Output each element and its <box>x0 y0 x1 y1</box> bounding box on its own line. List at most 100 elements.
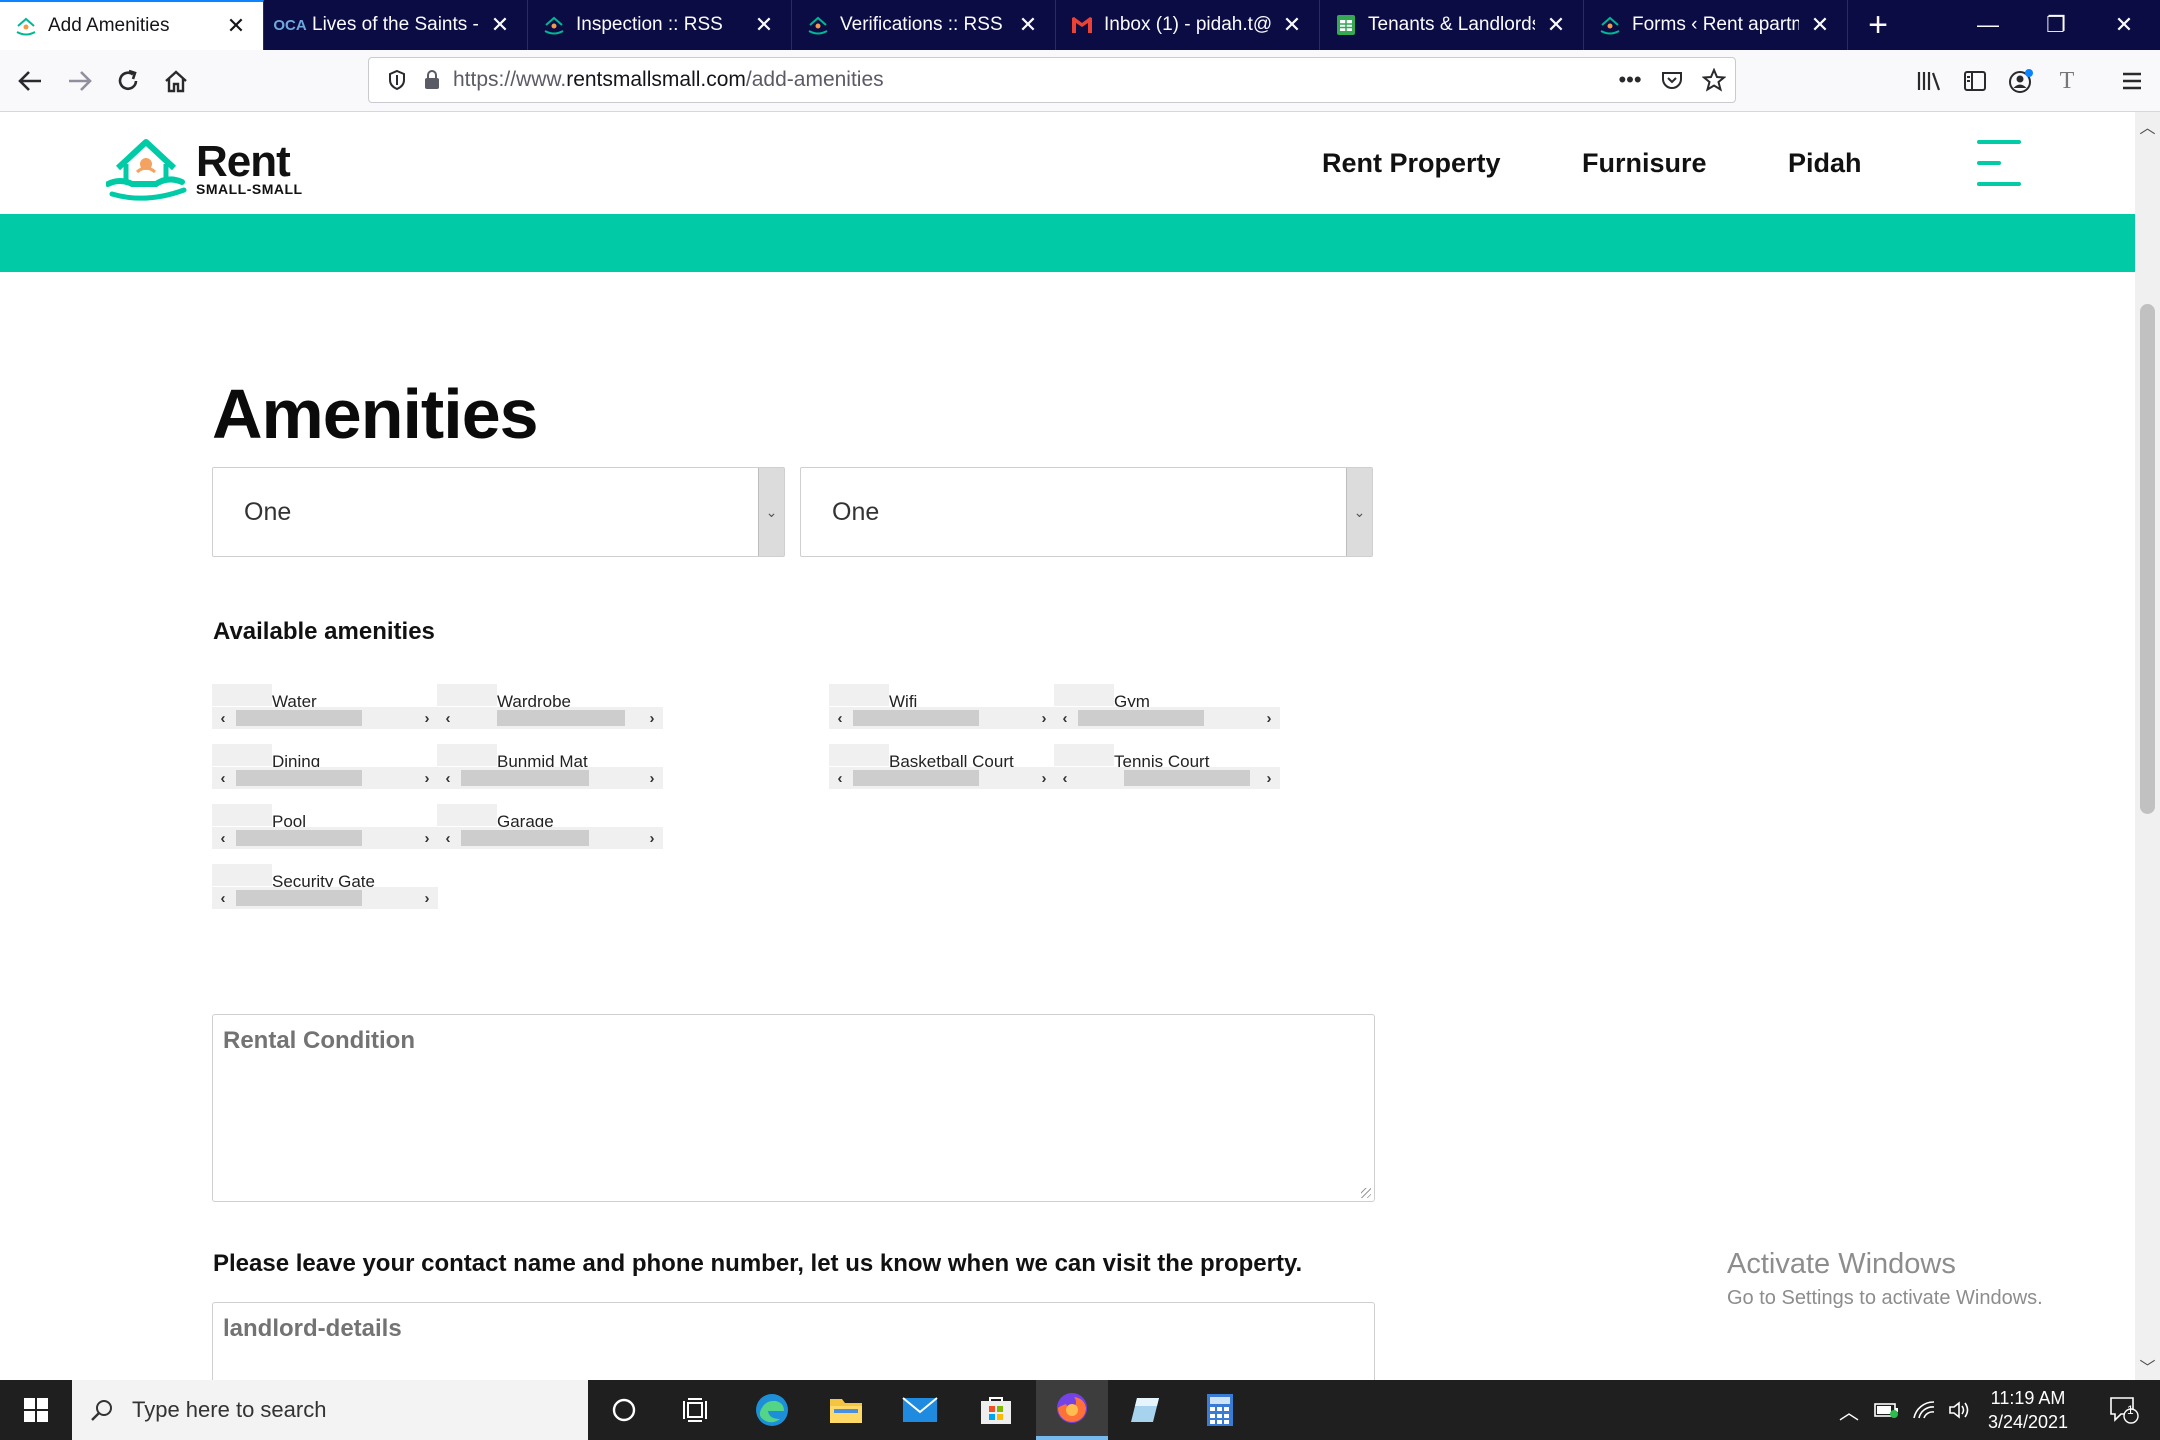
amenity-scroll-thumb[interactable] <box>236 770 362 786</box>
scroll-down-icon[interactable]: ﹀ <box>2135 1354 2160 1378</box>
tray-chevron-up-icon[interactable]: ︿ <box>1830 1380 1868 1440</box>
back-arrow-icon[interactable] <box>10 61 50 101</box>
amenity-item[interactable]: Tennis Court ‹ › <box>1054 744 1280 790</box>
site-logo[interactable]: Rent SMALL-SMALL <box>106 134 303 202</box>
amenity-scroll-thumb[interactable] <box>236 710 362 726</box>
amenity-checkbox[interactable] <box>1054 684 1114 706</box>
amenity-scrollbar[interactable]: ‹ › <box>1054 707 1280 729</box>
scroll-right-icon[interactable]: › <box>641 767 663 789</box>
amenity-item[interactable]: Gym ‹ › <box>1054 684 1280 730</box>
amenity-scroll-thumb[interactable] <box>236 830 362 846</box>
hamburger-menu-icon[interactable] <box>1977 140 2021 186</box>
scroll-left-icon[interactable]: ‹ <box>212 767 234 789</box>
task-view-icon[interactable] <box>660 1380 732 1440</box>
scroll-left-icon[interactable]: ‹ <box>212 887 234 909</box>
scroll-right-icon[interactable]: › <box>1258 767 1280 789</box>
scroll-left-icon[interactable]: ‹ <box>437 767 459 789</box>
library-icon[interactable] <box>1909 61 1949 101</box>
amenity-select-right[interactable]: One ⌄ <box>800 467 1373 557</box>
scroll-right-icon[interactable]: › <box>416 767 438 789</box>
calculator-icon[interactable] <box>1184 1380 1256 1440</box>
rental-condition-textarea[interactable]: Rental Condition <box>212 1014 1375 1202</box>
app-menu-icon[interactable] <box>2112 61 2152 101</box>
amenity-item[interactable]: Basketball Court ‹ › <box>829 744 1055 790</box>
resize-grip-icon[interactable] <box>1361 1188 1371 1198</box>
cortana-icon[interactable] <box>588 1380 660 1440</box>
chevron-down-icon[interactable]: ⌄ <box>1346 468 1372 556</box>
tab-close-icon[interactable]: ✕ <box>1543 12 1569 38</box>
tab-lives-of-saints[interactable]: OCA Lives of the Saints - O ✕ <box>264 0 528 50</box>
amenity-checkbox[interactable] <box>212 804 272 826</box>
nav-furnisure[interactable]: Furnisure <box>1582 148 1707 179</box>
amenity-item[interactable]: Wifi ‹ › <box>829 684 1055 730</box>
amenity-scrollbar[interactable]: ‹ › <box>829 767 1055 789</box>
tab-verifications[interactable]: Verifications :: RSS ✕ <box>792 0 1056 50</box>
url-bar[interactable]: https://www.rentsmallsmall.com/add-ameni… <box>368 57 1736 103</box>
scroll-right-icon[interactable]: › <box>641 827 663 849</box>
tab-add-amenities[interactable]: Add Amenities ✕ <box>0 0 264 50</box>
scroll-right-icon[interactable]: › <box>1258 707 1280 729</box>
wifi-icon[interactable] <box>1906 1380 1942 1440</box>
scroll-right-icon[interactable]: › <box>416 707 438 729</box>
taskbar-search-box[interactable]: Type here to search <box>72 1380 588 1440</box>
amenity-scroll-thumb[interactable] <box>236 890 362 906</box>
taskbar-clock[interactable]: 11:19 AM 3/24/2021 <box>1960 1386 2096 1434</box>
amenity-scrollbar[interactable]: ‹ › <box>1054 767 1280 789</box>
amenity-scroll-thumb[interactable] <box>461 770 589 786</box>
bookmark-star-icon[interactable] <box>1693 68 1735 92</box>
mail-icon[interactable] <box>884 1380 956 1440</box>
account-icon[interactable] <box>2001 61 2041 101</box>
amenity-scroll-thumb[interactable] <box>497 710 625 726</box>
tab-close-icon[interactable]: ✕ <box>223 13 249 39</box>
amenity-checkbox[interactable] <box>1054 744 1114 766</box>
tab-close-icon[interactable]: ✕ <box>1015 12 1041 38</box>
amenity-checkbox[interactable] <box>829 684 889 706</box>
notification-center-icon[interactable]: 1 <box>2096 1380 2152 1440</box>
amenity-checkbox[interactable] <box>212 684 272 706</box>
chevron-down-icon[interactable]: ⌄ <box>758 468 784 556</box>
amenity-item[interactable]: Wardrobe ‹ › <box>437 684 663 730</box>
new-tab-button[interactable]: + <box>1848 0 1908 50</box>
amenity-scroll-thumb[interactable] <box>1078 710 1204 726</box>
scroll-right-icon[interactable]: › <box>416 887 438 909</box>
amenity-scrollbar[interactable]: ‹ › <box>437 707 663 729</box>
scroll-left-icon[interactable]: ‹ <box>437 827 459 849</box>
page-scrollbar[interactable]: ︿ ﹀ <box>2135 112 2160 1380</box>
file-explorer-icon[interactable] <box>810 1380 882 1440</box>
amenity-item[interactable]: Security Gate ‹ › <box>212 864 438 910</box>
sidebar-icon[interactable] <box>1955 61 1995 101</box>
extension-t-icon[interactable]: T <box>2047 61 2087 101</box>
tab-inspection[interactable]: Inspection :: RSS ✕ <box>528 0 792 50</box>
amenity-item[interactable]: Water ‹ › <box>212 684 438 730</box>
amenity-checkbox[interactable] <box>437 744 497 766</box>
scroll-right-icon[interactable]: › <box>416 827 438 849</box>
windows-start-icon[interactable] <box>0 1380 72 1440</box>
amenity-scrollbar[interactable]: ‹ › <box>437 827 663 849</box>
store-icon[interactable] <box>960 1380 1032 1440</box>
amenity-scroll-thumb[interactable] <box>853 770 979 786</box>
nav-rent-property[interactable]: Rent Property <box>1322 148 1501 179</box>
restore-icon[interactable]: ❐ <box>2022 0 2090 50</box>
amenity-scrollbar[interactable]: ‹ › <box>437 767 663 789</box>
minimize-icon[interactable]: — <box>1954 0 2022 50</box>
tab-inbox[interactable]: Inbox (1) - pidah.t@re ✕ <box>1056 0 1320 50</box>
scroll-right-icon[interactable]: › <box>1033 707 1055 729</box>
shield-icon[interactable] <box>377 69 417 91</box>
amenity-item[interactable]: Dining ‹ › <box>212 744 438 790</box>
amenity-scroll-thumb[interactable] <box>1124 770 1250 786</box>
amenity-checkbox[interactable] <box>437 684 497 706</box>
amenity-scrollbar[interactable]: ‹ › <box>829 707 1055 729</box>
scroll-left-icon[interactable]: ‹ <box>437 707 459 729</box>
tab-tenants-landlords[interactable]: Tenants & Landlords: ✕ <box>1320 0 1584 50</box>
page-actions-icon[interactable]: ••• <box>1609 67 1651 93</box>
scroll-left-icon[interactable]: ‹ <box>829 707 851 729</box>
scroll-left-icon[interactable]: ‹ <box>212 707 234 729</box>
amenity-item[interactable]: Garage ‹ › <box>437 804 663 850</box>
amenity-checkbox[interactable] <box>437 804 497 826</box>
amenity-scrollbar[interactable]: ‹ › <box>212 887 438 909</box>
amenity-checkbox[interactable] <box>829 744 889 766</box>
home-icon[interactable] <box>156 61 196 101</box>
reload-icon[interactable] <box>108 61 148 101</box>
scroll-up-icon[interactable]: ︿ <box>2135 114 2160 138</box>
lock-icon[interactable] <box>417 70 447 90</box>
